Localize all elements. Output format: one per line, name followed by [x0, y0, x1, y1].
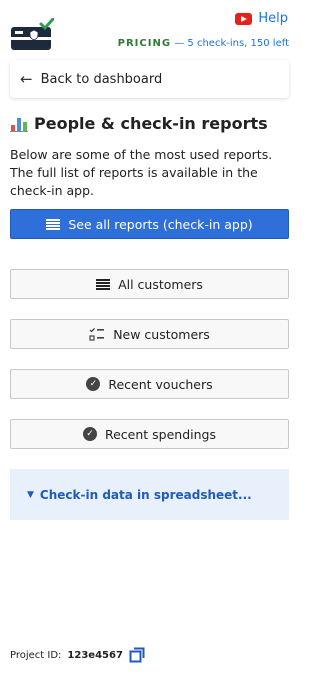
report-label: All customers	[118, 276, 203, 292]
spreadsheet-data-expander[interactable]: ▼ Check-in data in spreadsheet...	[10, 469, 289, 520]
back-to-dashboard-button[interactable]: ← Back to dashboard	[10, 60, 289, 98]
project-id-value: 123e4567	[67, 649, 123, 661]
recent-spendings-button[interactable]: ✓ Recent spendings	[10, 419, 289, 449]
youtube-icon	[235, 12, 253, 25]
page-description: Below are some of the most used reports.…	[10, 147, 273, 198]
chevron-down-icon: ▼	[27, 489, 34, 500]
pricing-info[interactable]: PRICING — 5 check-ins, 150 left	[118, 38, 289, 49]
page-title: People & check-in reports	[10, 114, 268, 133]
app-logo	[11, 18, 54, 50]
arrow-left-icon: ←	[20, 70, 33, 88]
see-all-reports-button[interactable]: See all reports (check-in app)	[10, 209, 289, 239]
new-customers-button[interactable]: New customers	[10, 319, 289, 349]
help-link[interactable]: Help	[235, 11, 288, 26]
project-id-row: Project ID: 123e4567	[10, 647, 145, 663]
report-label: New customers	[113, 326, 210, 342]
see-all-reports-label: See all reports (check-in app)	[68, 216, 253, 232]
list-icon	[96, 278, 111, 290]
sidebar-panel: Help PRICING — 5 check-ins, 150 left ← B…	[0, 0, 299, 674]
list-icon	[46, 218, 61, 230]
bar-chart-icon	[10, 115, 28, 132]
check-circle-icon: ✓	[82, 427, 97, 441]
project-id-label: Project ID:	[10, 649, 62, 661]
help-label: Help	[258, 11, 288, 26]
checklist-icon	[89, 328, 105, 341]
expander-label: Check-in data in spreadsheet...	[39, 487, 252, 502]
report-label: Recent vouchers	[108, 376, 213, 392]
report-label: Recent spendings	[104, 426, 216, 442]
copy-icon[interactable]	[129, 647, 145, 663]
pricing-label: PRICING	[117, 38, 172, 49]
recent-vouchers-button[interactable]: ✓ Recent vouchers	[10, 369, 289, 399]
all-customers-button[interactable]: All customers	[10, 269, 289, 299]
back-label: Back to dashboard	[40, 71, 163, 87]
pricing-detail: — 5 check-ins, 150 left	[174, 38, 289, 49]
check-circle-icon: ✓	[86, 377, 101, 391]
page-title-text: People & check-in reports	[34, 114, 268, 133]
